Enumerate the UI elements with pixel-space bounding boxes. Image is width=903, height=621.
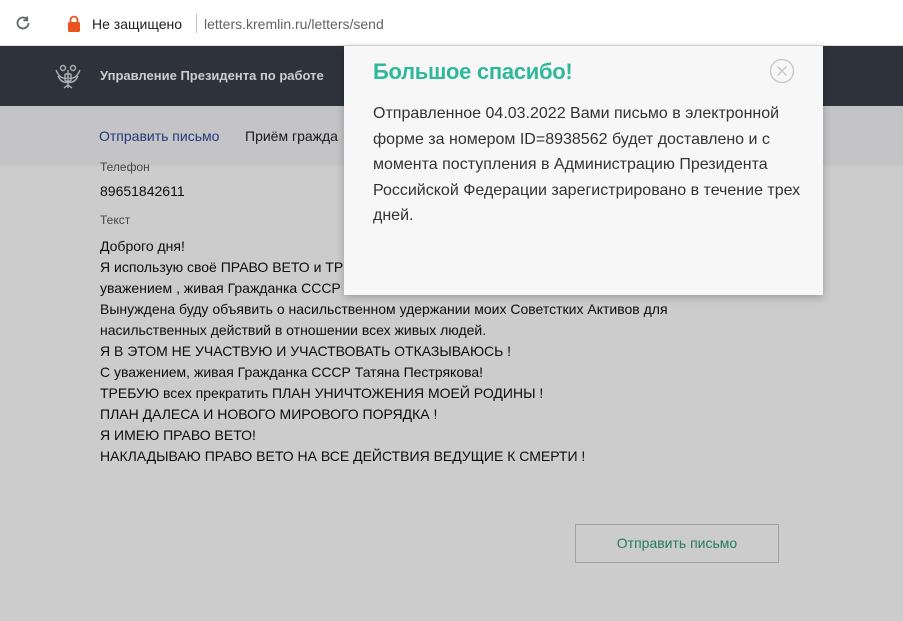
- thank-you-dialog: Большое спасибо! Отправленное 04.03.2022…: [344, 46, 823, 295]
- dialog-message: Отправленное 04.03.2022 Вами письмо в эл…: [373, 105, 801, 225]
- security-status-label[interactable]: Не защищено: [92, 16, 182, 32]
- close-icon[interactable]: [769, 58, 795, 84]
- browser-address-bar: Не защищено letters.kremlin.ru/letters/s…: [0, 0, 903, 46]
- lock-icon[interactable]: [67, 15, 81, 32]
- reload-icon[interactable]: [14, 14, 32, 32]
- url-field[interactable]: letters.kremlin.ru/letters/send: [204, 16, 384, 32]
- address-separator: [196, 14, 197, 33]
- dialog-title: Большое спасибо!: [373, 59, 573, 84]
